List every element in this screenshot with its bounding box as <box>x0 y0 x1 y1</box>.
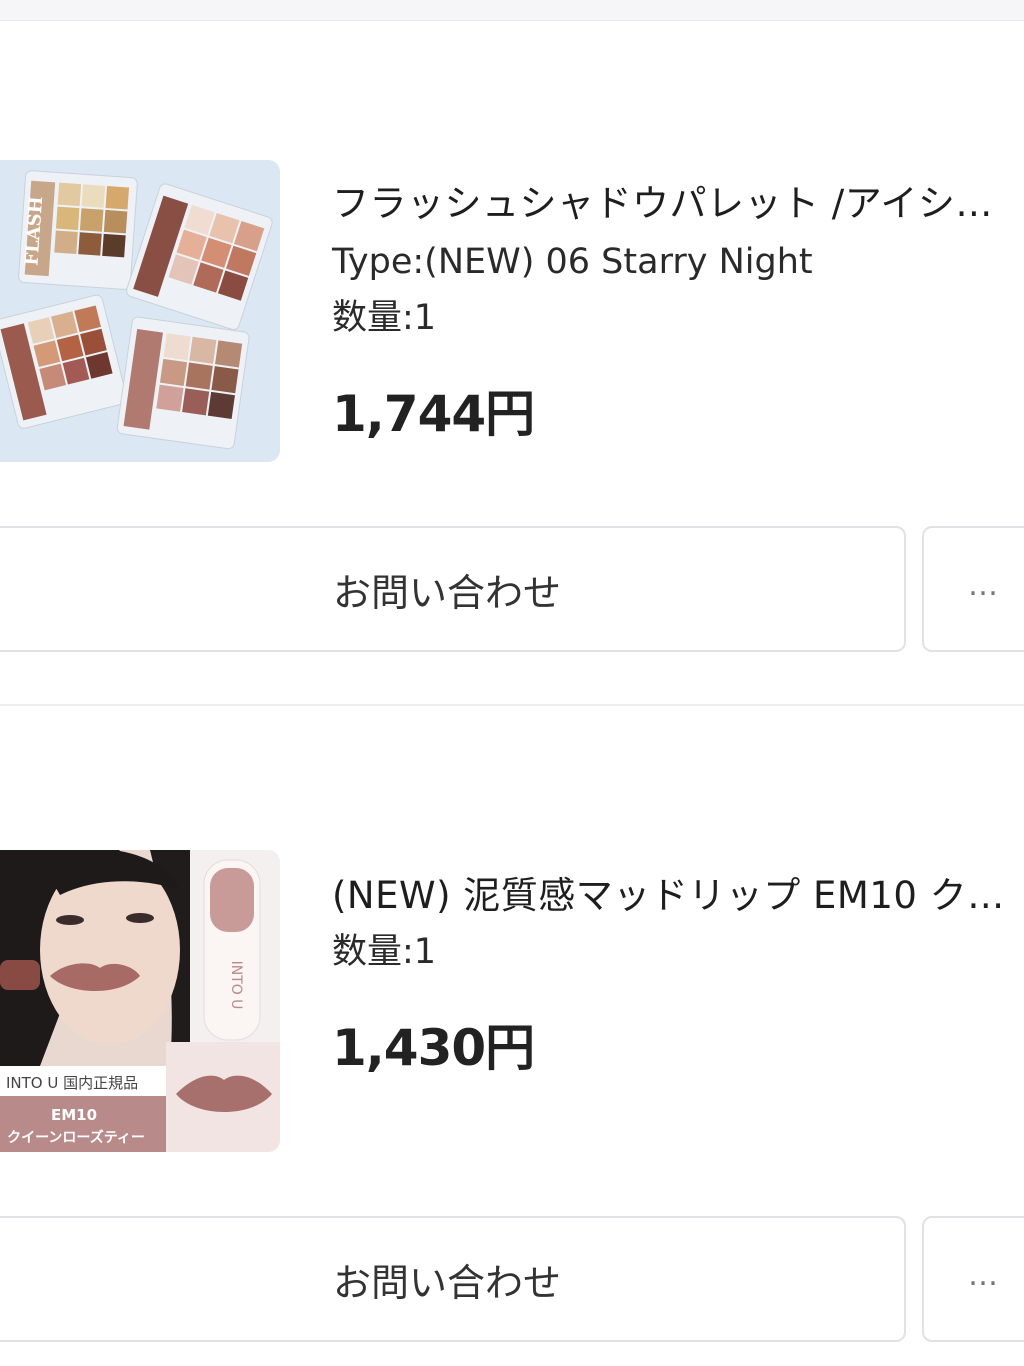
image-caption-shade: EM10 <box>51 1106 97 1124</box>
divider <box>0 704 1024 706</box>
product-title[interactable]: フラッシュシャドウパレット /アイシャドウパレット <box>332 180 1012 228</box>
image-caption-color: クイーンローズティー <box>7 1129 145 1146</box>
product-quantity: 数量:1 <box>332 932 437 972</box>
more-options-button[interactable]: … <box>922 526 1024 652</box>
image-caption-official: INTO U 国内正規品 <box>6 1074 138 1092</box>
product-image-lip[interactable]: INTO U INTO U 国内正規品 EM10 クイーンローズティー <box>0 850 280 1152</box>
lip-product-image: INTO U INTO U 国内正規品 EM10 クイーンローズティー <box>0 850 280 1152</box>
product-price: 1,744円 <box>332 385 535 443</box>
inquiry-button[interactable]: お問い合わせ <box>0 526 906 652</box>
top-strip <box>0 0 1024 21</box>
product-quantity: 数量:1 <box>332 298 437 338</box>
product-title[interactable]: (NEW) 泥質感マッドリップ EM10 クイーンローズティー <box>332 872 1012 920</box>
product-price: 1,430円 <box>332 1019 535 1077</box>
more-options-button[interactable]: … <box>922 1216 1024 1342</box>
product-type: Type:(NEW) 06 Starry Night <box>332 242 813 282</box>
more-icon: … <box>968 1258 999 1293</box>
eyeshadow-palette-image: FLASH <box>0 160 280 462</box>
more-icon: … <box>968 568 999 603</box>
inquiry-button[interactable]: お問い合わせ <box>0 1216 906 1342</box>
product-image-eyeshadow[interactable]: FLASH <box>0 160 280 462</box>
tube-brand-text: INTO U <box>228 961 244 1010</box>
